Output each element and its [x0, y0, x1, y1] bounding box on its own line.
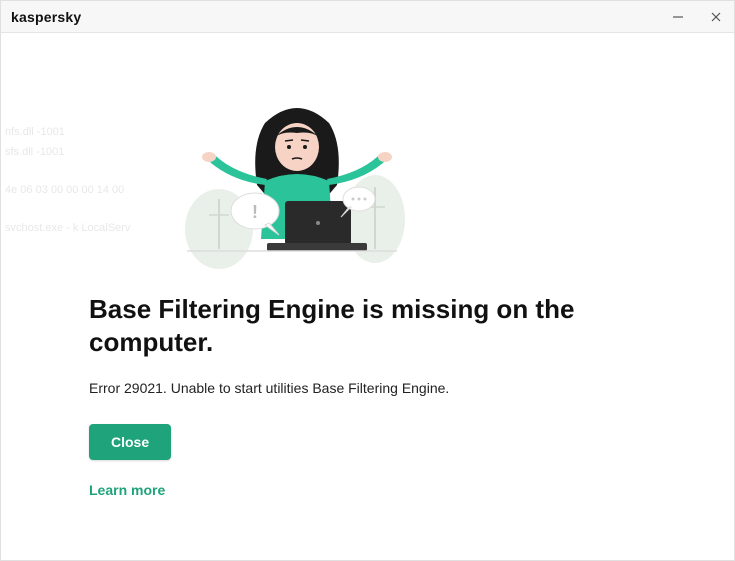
dialog-body: Error 29021. Unable to start utilities B… [89, 380, 646, 396]
logo: kaspersky [11, 9, 81, 25]
ghost-text: sfs.dll -1001 [5, 143, 64, 161]
window-controls [670, 9, 724, 25]
ghost-text: 4e 06 03 00 00 00 14 00 [5, 181, 124, 199]
dialog-heading: Base Filtering Engine is missing on the … [89, 293, 609, 358]
minimize-button[interactable] [670, 9, 686, 25]
learn-more-link[interactable]: Learn more [89, 482, 165, 498]
titlebar: kaspersky [1, 1, 734, 33]
error-illustration: ! [137, 89, 457, 269]
dialog-content: nfs.dll -1001 sfs.dll -1001 4e 06 03 00 … [1, 33, 734, 500]
ghost-text: nfs.dll -1001 [5, 123, 65, 141]
svg-text:!: ! [252, 202, 258, 222]
close-window-button[interactable] [708, 9, 724, 25]
ghost-text: svchost.exe - k LocalServ [5, 219, 130, 237]
close-button[interactable]: Close [89, 424, 171, 460]
